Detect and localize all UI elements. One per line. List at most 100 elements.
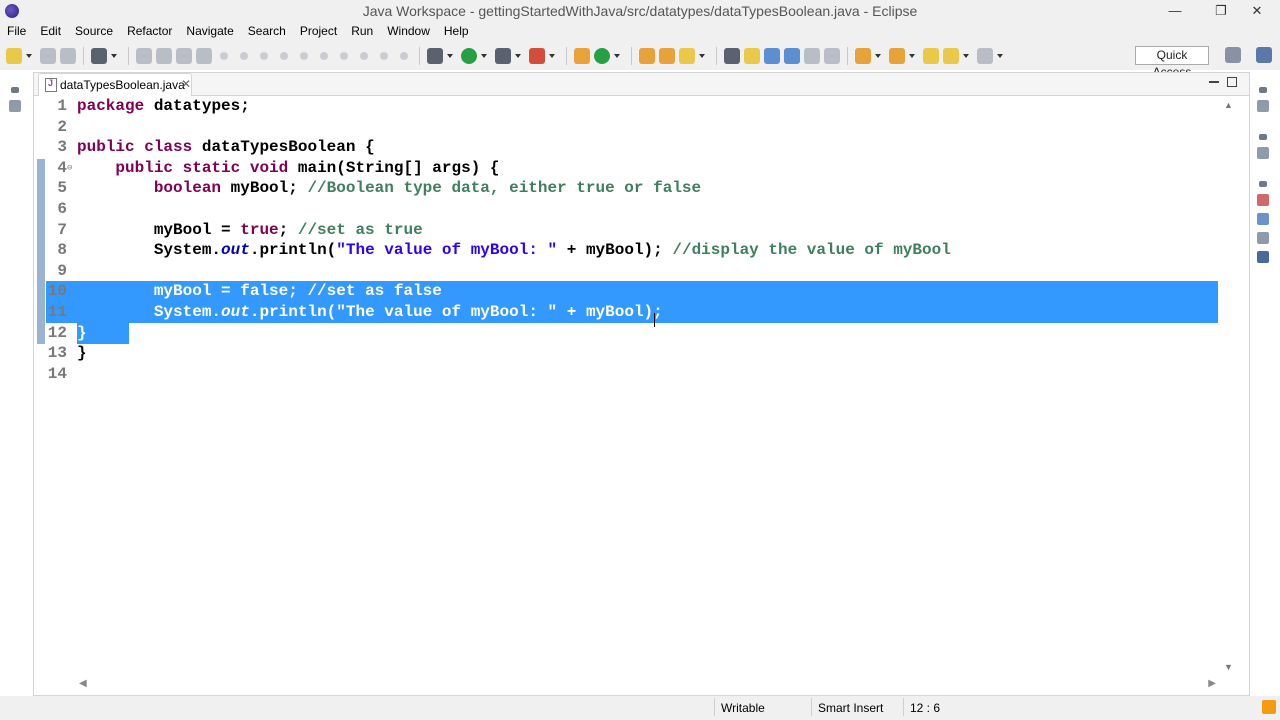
last-edit-location-icon[interactable] [923, 48, 939, 64]
status-bar: Writable Smart Insert 12 : 6 [0, 696, 1280, 720]
code-line[interactable]: 12} [48, 322, 129, 344]
rss-icon[interactable] [1262, 700, 1276, 714]
search-icon[interactable] [679, 48, 695, 64]
run-icon[interactable] [461, 48, 477, 64]
vertical-scrollbar[interactable]: ▲ ▼ [1221, 96, 1235, 676]
run-dropdown-icon[interactable] [481, 54, 487, 58]
scroll-down-icon[interactable]: ▼ [1224, 662, 1233, 672]
code-line[interactable]: 3 public class dataTypesBoolean { [46, 137, 1218, 158]
javadoc-icon[interactable] [1257, 213, 1269, 225]
code-line[interactable]: 4 ⊖ public static void main(String[] args… [46, 158, 1218, 179]
new-class-icon[interactable] [594, 48, 610, 64]
status-cursor-position[interactable]: 12 : 6 [910, 699, 940, 717]
quick-access-field[interactable]: Quick Access [1135, 46, 1209, 79]
back-icon[interactable] [943, 48, 959, 64]
toggle-block-selection-icon[interactable] [764, 48, 780, 64]
save-all-icon[interactable] [60, 48, 76, 64]
skip-breakpoints-icon[interactable] [136, 48, 152, 64]
menu-file[interactable]: File [0, 22, 33, 41]
next-annotation-dropdown-icon[interactable] [875, 54, 881, 58]
code-line[interactable]: 14 [46, 364, 1218, 385]
open-type-icon[interactable] [639, 48, 655, 64]
restore-view-icon[interactable] [1259, 181, 1267, 187]
word-wrap-icon[interactable] [804, 48, 820, 64]
open-task-icon[interactable] [659, 48, 675, 64]
horizontal-scrollbar[interactable]: ◀ ▶ [74, 678, 1221, 692]
previous-annotation-icon[interactable] [889, 48, 905, 64]
code-line[interactable]: 13} [46, 343, 1218, 364]
forward-dropdown-icon[interactable] [997, 54, 1003, 58]
coverage-icon[interactable] [495, 48, 511, 64]
code-line[interactable]: 10 myBool = false; //set as false [46, 281, 1218, 303]
menu-refactor[interactable]: Refactor [120, 22, 179, 41]
search-dropdown-icon[interactable] [699, 54, 705, 58]
restore-window-button[interactable]: ❐ [1206, 1, 1236, 21]
menu-help[interactable]: Help [437, 22, 476, 41]
show-whitespace-icon[interactable] [784, 48, 800, 64]
debug-disconnect-icon [280, 52, 288, 60]
profile-icon[interactable] [91, 48, 107, 64]
scroll-right-icon[interactable]: ▶ [1208, 678, 1216, 689]
line-number: 1 [57, 97, 67, 115]
maximize-icon[interactable] [1227, 77, 1237, 87]
forward-icon[interactable] [977, 48, 993, 64]
fold-collapse-icon[interactable]: ⊖ [67, 158, 72, 179]
status-insert-mode[interactable]: Smart Insert [818, 699, 883, 717]
scroll-up-icon[interactable]: ▲ [1224, 100, 1233, 110]
code-line[interactable]: 9 [46, 261, 1218, 282]
main-toolbar: Quick Access [0, 41, 1280, 79]
debug-resume-icon [220, 52, 228, 60]
package-explorer-icon[interactable] [9, 100, 21, 112]
profile-dropdown-icon[interactable] [111, 54, 117, 58]
menu-window[interactable]: Window [380, 22, 437, 41]
code-line[interactable]: 11 System.out.println("The value of myBo… [46, 302, 1218, 323]
restore-view-icon[interactable] [1259, 134, 1267, 140]
debug-terminate-icon [260, 52, 268, 60]
minimize-window-button[interactable]: — [1160, 1, 1190, 21]
new-class-dropdown-icon[interactable] [614, 54, 620, 58]
task-list-icon[interactable] [1257, 100, 1269, 112]
menu-source[interactable]: Source [68, 22, 120, 41]
menu-search[interactable]: Search [241, 22, 293, 41]
next-annotation-icon[interactable] [855, 48, 871, 64]
code-line[interactable]: 2 [46, 117, 1218, 138]
toggle-breadcrumb-icon[interactable] [724, 48, 740, 64]
menu-navigate[interactable]: Navigate [179, 22, 240, 41]
new-java-project-icon[interactable] [574, 48, 590, 64]
toggle-mark-occurrences-icon[interactable] [744, 48, 760, 64]
close-window-button[interactable]: ✕ [1242, 1, 1272, 21]
external-tools-icon[interactable] [529, 48, 545, 64]
external-tools-dropdown-icon[interactable] [549, 54, 555, 58]
menu-run[interactable]: Run [344, 22, 380, 41]
problems-icon[interactable] [1257, 194, 1269, 206]
save-icon[interactable] [40, 48, 56, 64]
status-writable: Writable [721, 701, 765, 715]
restore-view-icon[interactable] [11, 87, 19, 93]
code-line[interactable]: 5 boolean myBool; //Boolean type data, e… [46, 178, 1218, 199]
debug-dropdown-icon[interactable] [447, 54, 453, 58]
restore-view-icon[interactable] [1259, 87, 1267, 93]
declaration-icon[interactable] [1257, 232, 1269, 244]
close-icon[interactable]: ✕ [181, 77, 191, 91]
new-icon[interactable] [6, 48, 22, 64]
menu-edit[interactable]: Edit [33, 22, 68, 41]
perspective-java-icon[interactable] [1256, 47, 1272, 63]
code-line[interactable]: 6 [46, 199, 1218, 220]
code-line[interactable]: 1 package datatypes; [46, 96, 1218, 117]
outline-icon[interactable] [1257, 147, 1269, 159]
coverage-dropdown-icon[interactable] [515, 54, 521, 58]
debug-icon[interactable] [427, 48, 443, 64]
minimize-icon[interactable] [1209, 81, 1219, 83]
back-dropdown-icon[interactable] [963, 54, 969, 58]
editor-tab-dataTypesBoolean[interactable]: dataTypesBoolean.java ✕ [38, 73, 192, 96]
show-whitespace-characters-icon[interactable] [824, 48, 840, 64]
open-perspective-icon[interactable] [1225, 47, 1241, 63]
scroll-left-icon[interactable]: ◀ [79, 678, 87, 689]
menu-project[interactable]: Project [293, 22, 344, 41]
code-line[interactable]: 7 myBool = true; //set as true [46, 220, 1218, 241]
console-icon[interactable] [1257, 251, 1269, 263]
new-dropdown-icon[interactable] [26, 54, 32, 58]
code-editor[interactable]: 1 package datatypes; 2 3 public class dataTy… [34, 96, 1221, 696]
previous-annotation-dropdown-icon[interactable] [909, 54, 915, 58]
code-line[interactable]: 8 System.out.println("The value of myBoo… [46, 240, 1218, 261]
